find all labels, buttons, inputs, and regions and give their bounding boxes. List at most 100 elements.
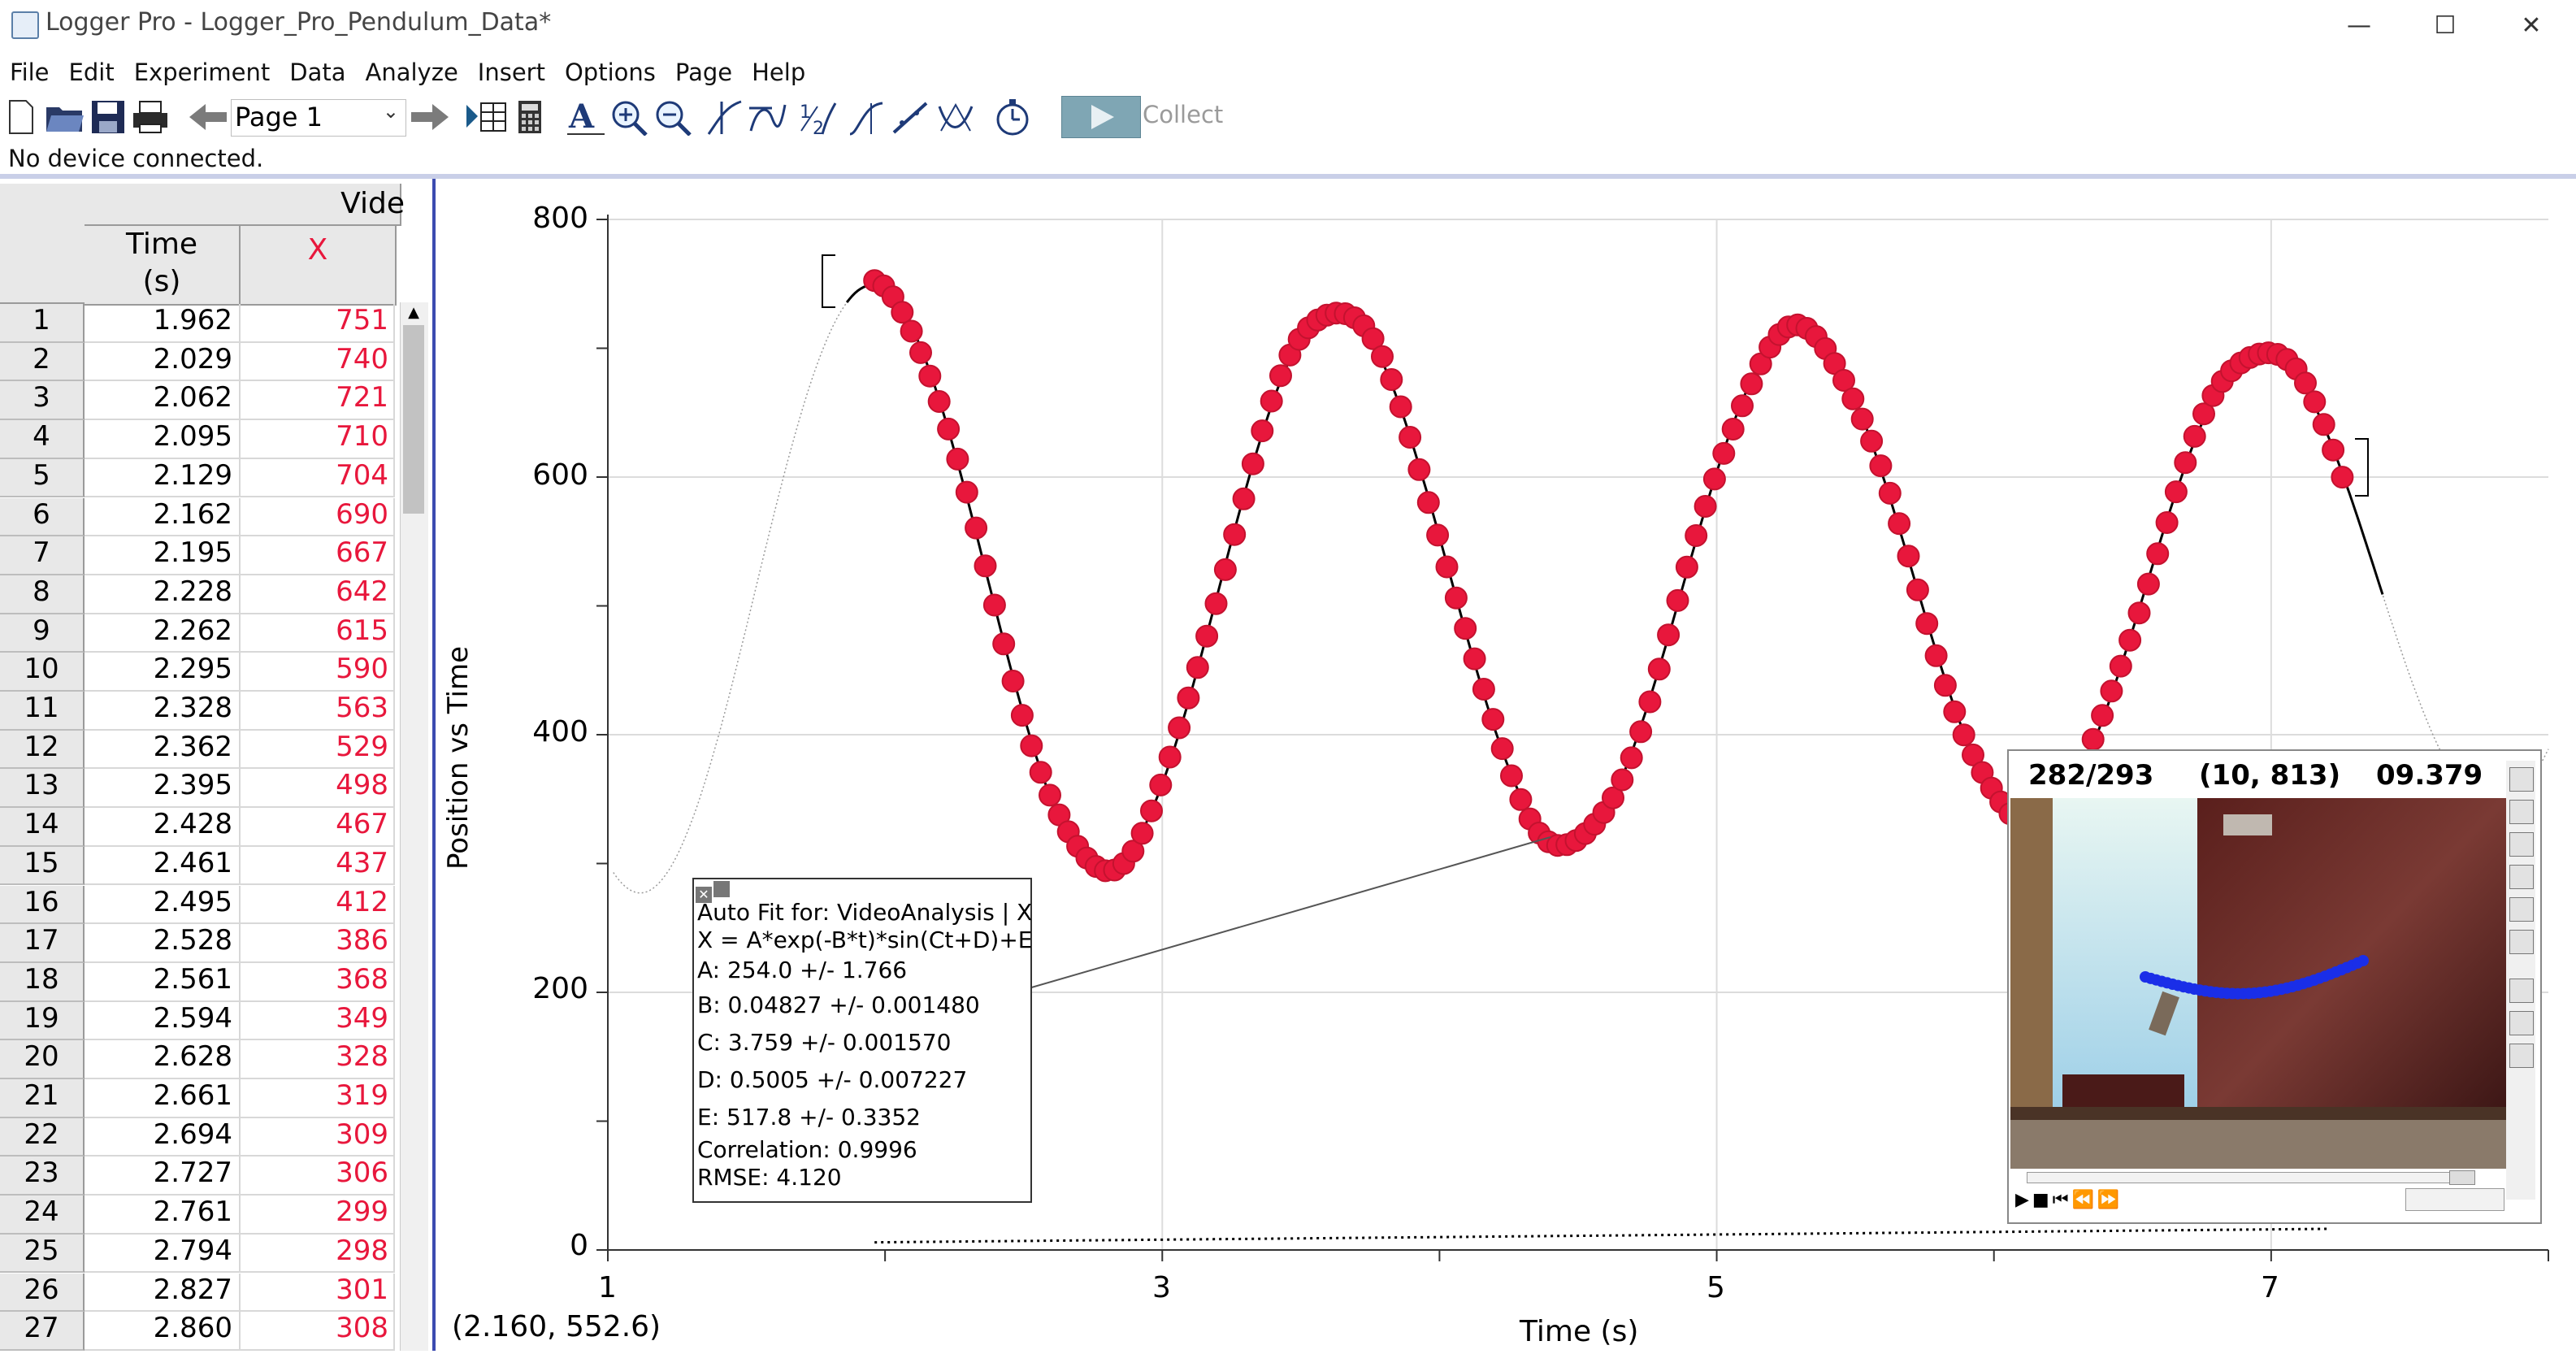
data-browser-icon[interactable] bbox=[463, 94, 509, 140]
collect-button[interactable] bbox=[1061, 96, 1141, 138]
table-cell-time[interactable]: 2.095 bbox=[85, 420, 241, 459]
menu-page[interactable]: Page bbox=[664, 52, 740, 86]
table-row-number[interactable]: 20 bbox=[0, 1040, 85, 1079]
data-point[interactable] bbox=[1500, 764, 1523, 788]
data-point[interactable] bbox=[1260, 389, 1283, 413]
menu-analyze[interactable]: Analyze bbox=[354, 52, 466, 86]
data-point[interactable] bbox=[1490, 737, 1514, 761]
table-row-number[interactable]: 13 bbox=[0, 769, 85, 809]
table-cell-x[interactable]: 704 bbox=[241, 458, 395, 498]
table-row-number[interactable]: 14 bbox=[0, 808, 85, 847]
page-select[interactable]: Page 1 ⌄ bbox=[231, 99, 406, 137]
data-point[interactable] bbox=[927, 390, 951, 413]
table-cell-x[interactable]: 386 bbox=[241, 924, 395, 963]
data-point[interactable] bbox=[891, 301, 914, 324]
data-point[interactable] bbox=[1731, 394, 1754, 418]
video-options-control[interactable] bbox=[2405, 1188, 2504, 1211]
table-cell-x[interactable]: 498 bbox=[241, 769, 395, 809]
data-point[interactable] bbox=[1860, 429, 1884, 453]
data-point[interactable] bbox=[1666, 588, 1689, 612]
add-point-icon[interactable] bbox=[2509, 800, 2534, 824]
data-point[interactable] bbox=[909, 341, 932, 364]
table-cell-time[interactable]: 2.794 bbox=[85, 1234, 241, 1274]
table-cell-x[interactable]: 319 bbox=[241, 1079, 395, 1118]
table-row-number[interactable]: 12 bbox=[0, 730, 85, 770]
data-point[interactable] bbox=[1186, 656, 1209, 679]
table-row-number[interactable]: 17 bbox=[0, 924, 85, 963]
menu-options[interactable]: Options bbox=[553, 52, 664, 86]
data-point[interactable] bbox=[1463, 647, 1486, 670]
table-cell-time[interactable]: 2.628 bbox=[85, 1040, 241, 1079]
table-cell-x[interactable]: 412 bbox=[241, 885, 395, 925]
integral-icon[interactable]: 12 bbox=[796, 94, 839, 140]
minimize-button[interactable]: — bbox=[2322, 5, 2396, 46]
menu-help[interactable]: Help bbox=[740, 52, 813, 86]
table-cell-time[interactable]: 2.295 bbox=[85, 653, 241, 692]
curve-fit-box[interactable]: ✕ Auto Fit for: VideoAnalysis | X X = A*… bbox=[692, 878, 1032, 1203]
new-file-icon[interactable] bbox=[5, 94, 37, 140]
table-cell-x[interactable]: 308 bbox=[241, 1312, 395, 1351]
data-point[interactable] bbox=[1029, 761, 1052, 784]
data-point[interactable] bbox=[2331, 466, 2354, 489]
table-cell-time[interactable]: 2.162 bbox=[85, 497, 241, 537]
menu-insert[interactable]: Insert bbox=[466, 52, 553, 86]
data-point[interactable] bbox=[2127, 601, 2151, 625]
table-cell-time[interactable]: 2.727 bbox=[85, 1157, 241, 1196]
table-cell-time[interactable]: 2.528 bbox=[85, 924, 241, 963]
data-point[interactable] bbox=[1850, 407, 1874, 431]
table-cell-x[interactable]: 437 bbox=[241, 846, 395, 886]
data-point[interactable] bbox=[1399, 426, 1422, 449]
set-scale-icon[interactable] bbox=[2509, 865, 2534, 889]
table-cell-x[interactable]: 642 bbox=[241, 575, 395, 614]
open-folder-icon[interactable] bbox=[42, 94, 88, 140]
data-point[interactable] bbox=[2294, 371, 2317, 395]
video-scrubber[interactable] bbox=[2027, 1172, 2475, 1183]
data-point[interactable] bbox=[1685, 524, 1708, 547]
data-point[interactable] bbox=[900, 319, 923, 343]
data-point[interactable] bbox=[1952, 723, 1975, 747]
data-point[interactable] bbox=[974, 554, 997, 578]
data-point[interactable] bbox=[965, 516, 988, 540]
data-point[interactable] bbox=[2118, 628, 2142, 652]
table-cell-x[interactable]: 615 bbox=[241, 614, 395, 653]
data-point[interactable] bbox=[1426, 523, 1450, 547]
table-cell-x[interactable]: 328 bbox=[241, 1040, 395, 1079]
data-point[interactable] bbox=[1721, 418, 1745, 440]
menu-experiment[interactable]: Experiment bbox=[123, 52, 279, 86]
table-row-number[interactable]: 21 bbox=[0, 1079, 85, 1118]
table-cell-time[interactable]: 2.860 bbox=[85, 1312, 241, 1351]
table-cell-x[interactable]: 563 bbox=[241, 692, 395, 731]
data-point[interactable] bbox=[2312, 413, 2335, 436]
table-row-number[interactable]: 15 bbox=[0, 846, 85, 886]
menu-edit[interactable]: Edit bbox=[58, 52, 123, 86]
data-point[interactable] bbox=[1509, 788, 1533, 811]
table-row-number[interactable]: 6 bbox=[0, 497, 85, 537]
data-point[interactable] bbox=[1204, 592, 1228, 615]
table-cell-time[interactable]: 2.362 bbox=[85, 730, 241, 770]
data-point[interactable] bbox=[1611, 768, 1634, 792]
data-point[interactable] bbox=[1001, 670, 1025, 692]
data-point[interactable] bbox=[946, 447, 969, 471]
maximize-button[interactable]: ☐ bbox=[2409, 5, 2482, 46]
table-cell-x[interactable]: 710 bbox=[241, 420, 395, 459]
column-header-time[interactable]: Time (s) bbox=[85, 226, 241, 306]
linear-fit-icon[interactable] bbox=[889, 94, 931, 140]
table-cell-time[interactable]: 2.328 bbox=[85, 692, 241, 731]
table-cell-time[interactable]: 2.029 bbox=[85, 342, 241, 382]
table-row-number[interactable]: 16 bbox=[0, 885, 85, 925]
table-row-number[interactable]: 2 bbox=[0, 342, 85, 382]
table-cell-time[interactable]: 2.827 bbox=[85, 1273, 241, 1313]
table-cell-x[interactable]: 299 bbox=[241, 1196, 395, 1235]
data-point[interactable] bbox=[1168, 716, 1191, 740]
tangent-icon[interactable] bbox=[746, 94, 788, 140]
table-row-number[interactable]: 3 bbox=[0, 381, 85, 421]
data-point[interactable] bbox=[1371, 345, 1394, 368]
close-icon[interactable]: ✕ bbox=[696, 887, 712, 903]
autoscale-icon[interactable]: A bbox=[564, 94, 608, 140]
data-point[interactable] bbox=[1712, 441, 1736, 465]
table-cell-x[interactable]: 368 bbox=[241, 962, 395, 1002]
data-point[interactable] bbox=[2109, 654, 2132, 678]
table-row-number[interactable]: 5 bbox=[0, 458, 85, 498]
video-playback-controls[interactable]: ▶■⏮⏪⏩ bbox=[2015, 1190, 2123, 1210]
table-cell-time[interactable]: 2.262 bbox=[85, 614, 241, 653]
